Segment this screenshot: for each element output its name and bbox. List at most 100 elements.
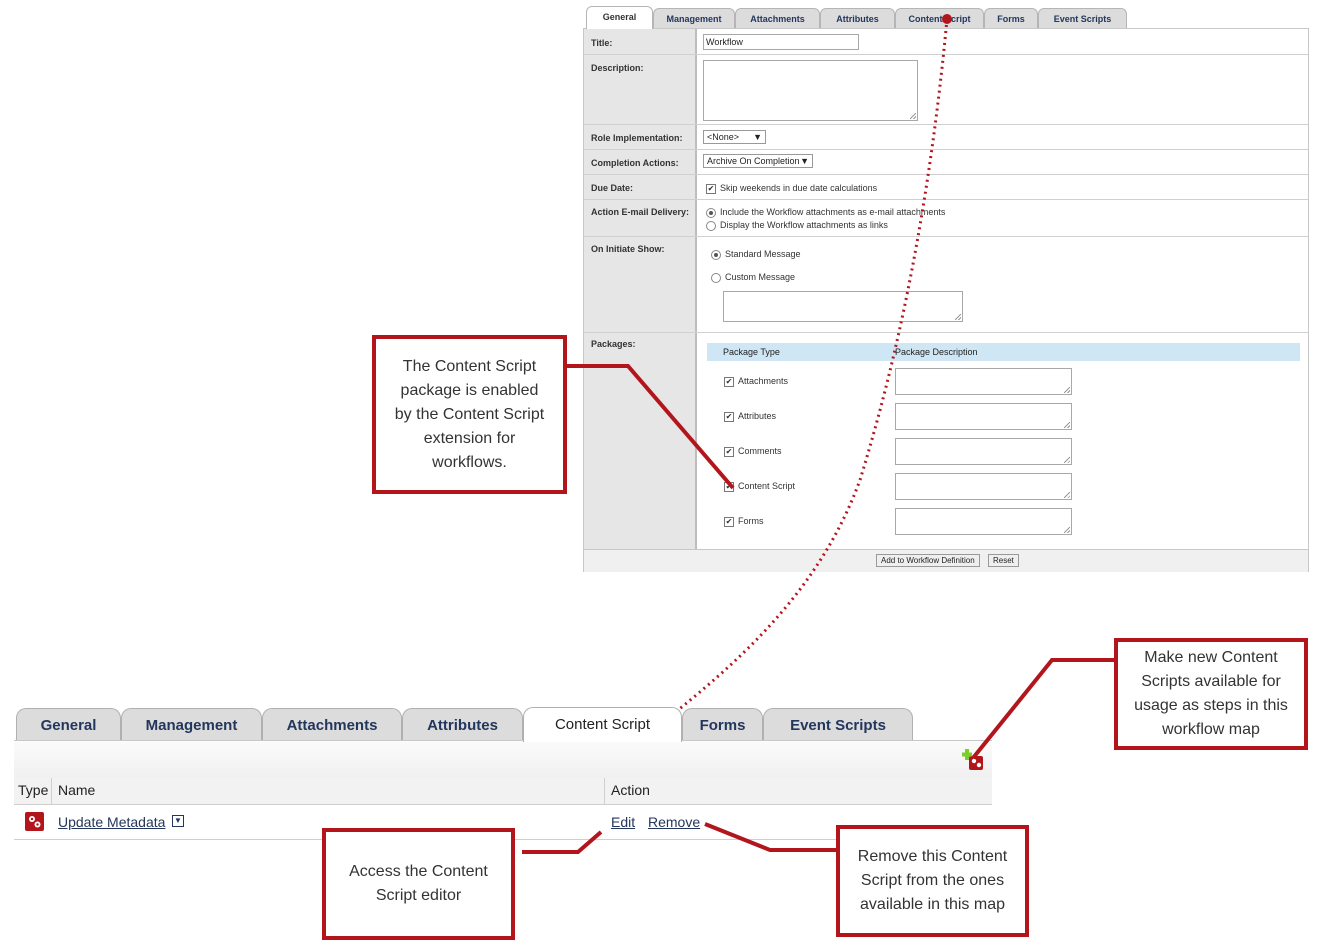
package-description-input[interactable] (895, 368, 1072, 395)
initiate-row: On Initiate Show: Standard Message Custo… (584, 236, 1308, 333)
package-item[interactable]: ✔ Comments (724, 446, 782, 457)
action-column-header: Action (611, 782, 650, 798)
package-description-input[interactable] (895, 473, 1072, 500)
tab-management[interactable]: Management (121, 708, 262, 741)
packages-label: Packages: (591, 339, 636, 349)
top-tab-bar: General Management Attachments Attribute… (583, 6, 1309, 29)
add-content-script-icon[interactable] (962, 749, 984, 771)
callout-editor: Access the Content Script editor (322, 828, 515, 940)
package-item[interactable]: ✔ Attributes (724, 411, 776, 422)
package-name: Comments (738, 446, 782, 456)
email-option-links[interactable]: Display the Workflow attachments as link… (706, 220, 888, 231)
title-row: Title: Workflow (584, 29, 1308, 55)
email-option-attachments[interactable]: Include the Workflow attachments as e-ma… (706, 207, 945, 218)
completion-row: Completion Actions: Archive On Completio… (584, 149, 1308, 175)
top-tab-attributes[interactable]: Attributes (820, 8, 895, 28)
remove-link[interactable]: Remove (648, 814, 700, 830)
top-tab-general[interactable]: General (586, 6, 653, 29)
package-item[interactable]: ✔ Forms (724, 516, 764, 527)
package-name: Attachments (738, 376, 789, 386)
package-name: Content Script (738, 481, 796, 491)
email-option-attachments-text: Include the Workflow attachments as e-ma… (720, 207, 946, 217)
edit-link[interactable]: Edit (611, 814, 635, 830)
skip-weekends-option[interactable]: ✔ Skip weekends in due date calculations (706, 183, 877, 194)
content-script-icon (25, 812, 44, 831)
tab-general[interactable]: General (16, 708, 121, 741)
role-select-value: <None> (707, 132, 740, 142)
top-tab-attachments[interactable]: Attachments (735, 8, 820, 28)
tab-attributes[interactable]: Attributes (402, 708, 523, 741)
radio-icon[interactable] (706, 207, 716, 218)
email-option-links-text: Display the Workflow attachments as link… (720, 220, 888, 230)
tab-content-script[interactable]: Content Script (523, 707, 682, 742)
name-column-header: Name (58, 782, 96, 798)
package-item[interactable]: ✔ Attachments (724, 376, 788, 387)
package-description-input[interactable] (895, 508, 1072, 535)
package-checkbox[interactable]: ✔ (724, 481, 734, 492)
add-to-workflow-button[interactable]: Add to Workflow Definition (876, 554, 980, 567)
package-description-input[interactable] (895, 403, 1072, 430)
due-date-label: Due Date: (591, 183, 634, 193)
radio-icon[interactable] (711, 272, 721, 283)
completion-select-value: Archive On Completion (707, 156, 800, 166)
email-delivery-row: Action E-mail Delivery: Include the Work… (584, 199, 1308, 237)
initiate-label: On Initiate Show: (591, 244, 665, 254)
tab-forms[interactable]: Forms (682, 708, 763, 741)
callout-new-scripts: Make new Content Scripts available for u… (1114, 638, 1308, 750)
dropdown-menu-icon[interactable]: ▼ (172, 815, 184, 827)
completion-select[interactable]: Archive On Completion ▼ (703, 154, 813, 168)
due-date-row: Due Date: ✔ Skip weekends in due date cal… (584, 174, 1308, 200)
initiate-standard-option[interactable]: Standard Message (711, 249, 801, 260)
type-column-header: Type (18, 782, 49, 798)
packages-table-header: Package Type Package Description (707, 343, 1300, 363)
column-divider (51, 778, 52, 804)
radio-icon[interactable] (706, 220, 716, 231)
custom-message-textarea[interactable] (723, 291, 963, 322)
callout-remove: Remove this Content Script from the ones… (836, 825, 1029, 937)
content-script-toolbar (14, 740, 992, 779)
role-row: Role Implementation: <None> ▼ (584, 124, 1308, 150)
description-textarea[interactable] (703, 60, 918, 121)
column-divider (604, 778, 605, 804)
top-tab-management[interactable]: Management (653, 8, 735, 28)
tab-attachments[interactable]: Attachments (262, 708, 402, 741)
top-tab-content-script[interactable]: Content Script (895, 8, 984, 28)
initiate-custom-option[interactable]: Custom Message (711, 272, 795, 283)
chevron-down-icon: ▼ (753, 132, 762, 142)
callout-package-enabled: The Content Script package is enabled by… (372, 335, 567, 494)
description-row: Description: (584, 54, 1308, 125)
skip-weekends-text: Skip weekends in due date calculations (720, 183, 878, 193)
role-label: Role Implementation: (591, 133, 683, 143)
chevron-down-icon: ▼ (800, 156, 809, 166)
completion-label: Completion Actions: (591, 158, 679, 168)
package-checkbox[interactable]: ✔ (724, 376, 734, 387)
initiate-standard-text: Standard Message (725, 249, 801, 259)
top-tab-forms[interactable]: Forms (984, 8, 1038, 28)
package-checkbox[interactable]: ✔ (724, 411, 734, 422)
package-checkbox[interactable]: ✔ (724, 516, 734, 527)
package-type-header: Package Type (723, 347, 780, 357)
skip-weekends-checkbox[interactable]: ✔ (706, 183, 716, 194)
email-delivery-label: Action E-mail Delivery: (591, 207, 690, 217)
script-name-link[interactable]: Update Metadata (58, 814, 165, 830)
connector-line (971, 658, 1114, 760)
package-checkbox[interactable]: ✔ (724, 446, 734, 457)
scripts-table-header: Type Name Action (14, 778, 992, 805)
workflow-general-panel: General Management Attachments Attribute… (583, 6, 1309, 572)
package-description-header: Package Description (895, 347, 978, 357)
radio-icon[interactable] (711, 249, 721, 260)
role-select[interactable]: <None> ▼ (703, 130, 766, 144)
tab-event-scripts[interactable]: Event Scripts (763, 708, 913, 741)
description-label: Description: (591, 63, 644, 73)
content-script-panel: General Management Attachments Attribute… (14, 707, 992, 841)
general-form: Title: Workflow Description: Role Implem… (583, 28, 1309, 572)
initiate-custom-text: Custom Message (725, 272, 796, 282)
package-description-input[interactable] (895, 438, 1072, 465)
title-label: Title: (591, 38, 613, 48)
reset-button[interactable]: Reset (988, 554, 1019, 567)
package-name: Forms (738, 516, 764, 526)
top-tab-event-scripts[interactable]: Event Scripts (1038, 8, 1127, 28)
package-name: Attributes (738, 411, 777, 421)
package-item-content-script[interactable]: ✔ Content Script (724, 481, 795, 492)
title-input[interactable]: Workflow (703, 34, 859, 50)
